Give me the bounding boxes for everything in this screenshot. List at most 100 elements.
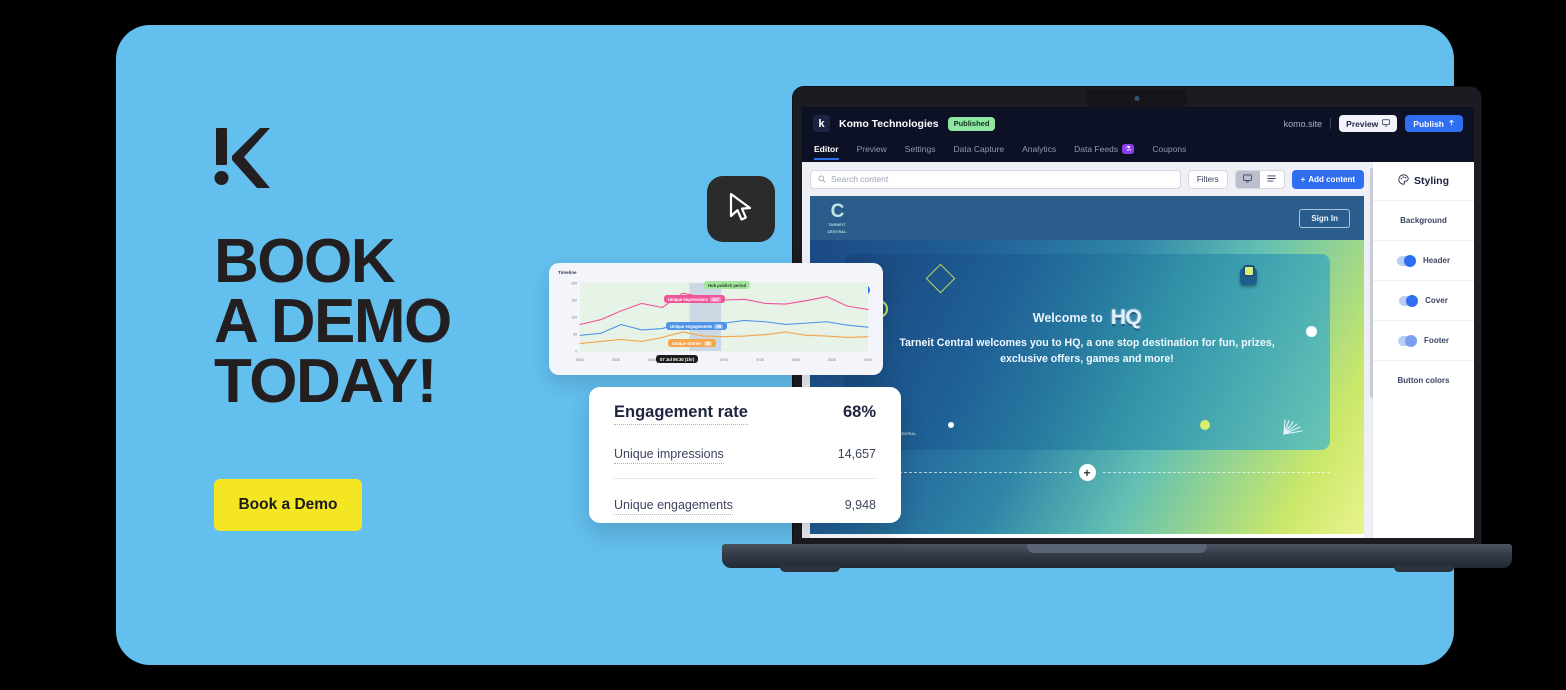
chart-label-engagements-value: 88: [714, 323, 724, 329]
beaker-icon: ⚗: [1122, 143, 1135, 154]
topbar-actions: komo.site Preview Publish: [1284, 115, 1463, 132]
monitor-icon: [1243, 171, 1252, 188]
styling-row-footer[interactable]: Footer: [1373, 320, 1474, 360]
timeline-chart-card: Timeline 20015010050005:0005:3006:0006:3…: [549, 263, 883, 375]
view-list-button[interactable]: [1260, 171, 1284, 188]
publish-button[interactable]: Publish: [1405, 115, 1463, 132]
chart-plot: 20015010050005:0005:3006:0006:3007:0007:…: [558, 277, 874, 367]
app-topbar: k Komo Technologies Published komo.site …: [802, 107, 1474, 140]
komo-k-logo: [214, 128, 270, 188]
komo-brand-mark-icon: k: [813, 115, 830, 132]
tab-data-capture[interactable]: Data Capture: [954, 144, 1005, 159]
unique-impressions-value: 14,657: [837, 447, 876, 461]
engagement-rate-value: 68%: [842, 403, 876, 421]
svg-text:08:00: 08:00: [792, 358, 800, 362]
tab-settings[interactable]: Settings: [905, 144, 936, 159]
engagement-rate-card: Engagement rate 68% Unique impressions 1…: [589, 387, 901, 523]
hero-welcome-line: Welcome to HQ: [844, 306, 1330, 330]
hero-body-text: Tarneit Central welcomes you to HQ, a on…: [899, 337, 1275, 365]
tab-data-feeds[interactable]: Data Feeds ⚗: [1074, 143, 1135, 159]
unique-engagements-value: 9,948: [844, 498, 876, 512]
chart-annotation-hub-publish: Hub publish period: [704, 281, 751, 289]
tab-coupons[interactable]: Coupons: [1152, 144, 1186, 159]
filters-button[interactable]: Filters: [1187, 169, 1228, 189]
divider: [1330, 118, 1332, 129]
publish-label: Publish: [1413, 118, 1444, 129]
card-divider: [614, 478, 876, 479]
workspace-name: Komo Technologies: [839, 117, 939, 130]
laptop-screen: k Komo Technologies Published komo.site …: [802, 107, 1474, 538]
laptop-foot-right: [1394, 565, 1454, 572]
search-placeholder: Search content: [831, 174, 889, 184]
tarneit-central-logo: C TARNEIT CENTRAL: [824, 202, 850, 233]
add-block-row: +: [844, 464, 1330, 481]
preview-label: Preview: [1346, 118, 1379, 129]
footer-toggle[interactable]: [1398, 334, 1418, 347]
svg-text:200: 200: [571, 282, 577, 286]
header-toggle[interactable]: [1396, 254, 1416, 267]
rays-icon: [1282, 414, 1304, 436]
svg-text:50: 50: [573, 333, 577, 337]
laptop-notch: [1087, 90, 1187, 107]
screenshot-root: BOOK A DEMO TODAY! Book a Demo k Komo Te…: [0, 0, 1566, 690]
view-toggle-group: [1234, 169, 1285, 189]
tab-settings-label: Settings: [904, 143, 936, 154]
sign-in-button[interactable]: Sign In: [1299, 208, 1350, 228]
svg-text:06:00: 06:00: [648, 358, 656, 362]
content-toolbar: Search content Filters + Add content: [802, 162, 1372, 196]
cover-toggle[interactable]: [1399, 294, 1419, 307]
chart-title: Timeline: [558, 270, 577, 275]
tab-analytics-label: Analytics: [1022, 143, 1057, 154]
plus-icon: +: [1300, 174, 1306, 184]
styling-row-background[interactable]: Background: [1373, 200, 1474, 240]
chart-label-entries-value: 38: [703, 340, 713, 346]
app-body: Search content Filters + Add content C T…: [802, 162, 1474, 538]
webcam-icon: [1134, 96, 1140, 101]
styling-title-label: Styling: [1413, 175, 1449, 187]
engagement-rate-row: Engagement rate 68%: [614, 403, 876, 425]
laptop-foot-left: [780, 565, 840, 572]
unique-engagements-label: Unique engagements: [614, 498, 733, 515]
add-content-button[interactable]: + Add content: [1291, 169, 1364, 189]
view-desktop-button[interactable]: [1235, 170, 1260, 188]
tab-preview[interactable]: Preview: [857, 144, 887, 159]
tab-editor[interactable]: Editor: [814, 144, 839, 160]
tab-analytics[interactable]: Analytics: [1022, 144, 1056, 159]
preview-button[interactable]: Preview: [1339, 115, 1398, 132]
add-content-label: Add content: [1308, 174, 1355, 184]
styling-panel-title: Styling: [1373, 162, 1474, 200]
chart-label-entries-name: Unique Entries: [672, 340, 702, 346]
styling-header-label: Header: [1422, 256, 1451, 265]
tc-logo-line2: CENTRAL: [827, 229, 847, 234]
square-icon: [1243, 265, 1255, 277]
tab-data-capture-label: Data Capture: [953, 143, 1005, 154]
chart-label-engagements: Unique engagements 88: [666, 322, 728, 330]
dashed-line-right: [1102, 472, 1330, 473]
monitor-icon: [1382, 118, 1391, 129]
styling-row-cover[interactable]: Cover: [1373, 280, 1474, 320]
svg-text:05:30: 05:30: [612, 358, 620, 362]
chart-label-engagements-name: Unique engagements: [670, 323, 713, 329]
search-icon: [818, 170, 826, 188]
svg-text:100: 100: [571, 316, 577, 320]
styling-row-button-colors[interactable]: Button colors: [1373, 360, 1474, 400]
panel-scrollbar[interactable]: [1370, 168, 1373, 398]
tab-coupons-label: Coupons: [1152, 143, 1187, 154]
add-block-button[interactable]: +: [1078, 464, 1096, 481]
palette-icon: [1398, 174, 1409, 188]
upload-icon: [1448, 119, 1455, 129]
white-dot-small-icon: [948, 422, 954, 428]
svg-text:05:00: 05:00: [576, 358, 584, 362]
chart-label-entries: Unique Entries 38: [668, 339, 717, 347]
svg-text:150: 150: [571, 299, 577, 303]
svg-text:08:30: 08:30: [828, 358, 836, 362]
book-a-demo-button[interactable]: Book a Demo: [214, 479, 362, 531]
search-input[interactable]: Search content: [810, 169, 1181, 189]
tc-logo-line1: TARNEIT: [828, 223, 846, 228]
svg-text:07:30: 07:30: [756, 358, 764, 362]
styling-background-label: Background: [1400, 216, 1447, 225]
chart-label-impressions-value: 167: [710, 296, 722, 302]
hero-tile[interactable]: C TARNEIT CENTRAL Welcome to HQ Tarneit …: [844, 254, 1330, 450]
styling-row-header[interactable]: Header: [1373, 240, 1474, 280]
hero-welcome-prefix: Welcome to: [1032, 311, 1103, 325]
